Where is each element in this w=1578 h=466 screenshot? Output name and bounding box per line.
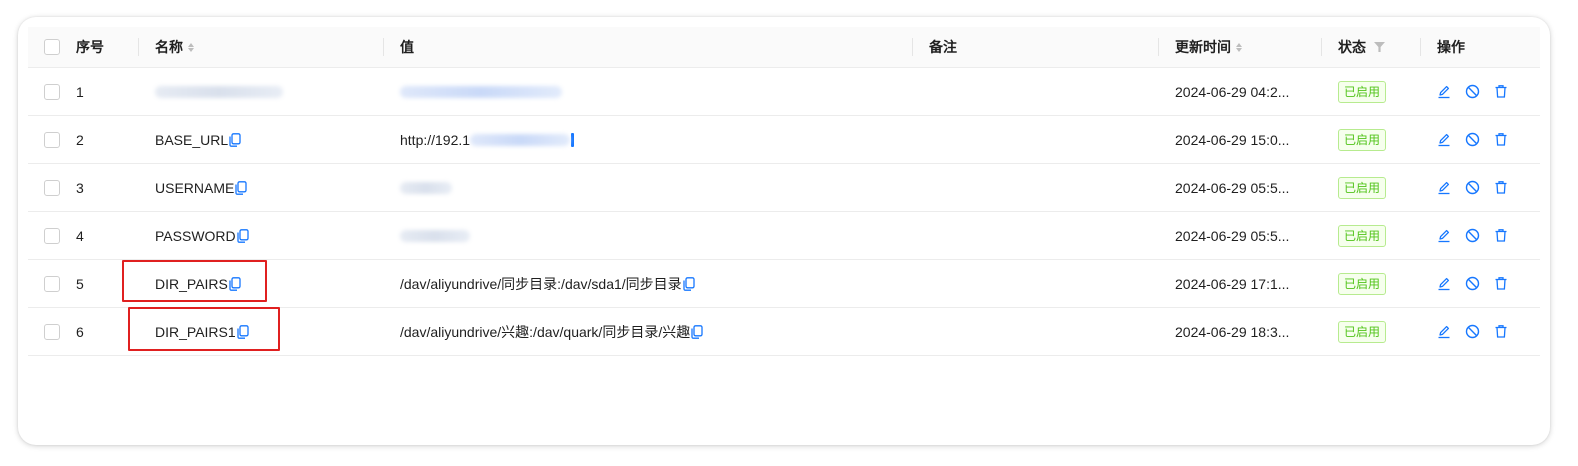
status-badge: 已启用	[1338, 308, 1387, 355]
header-name-label: 名称	[155, 39, 183, 55]
header-updated[interactable]: 更新时间	[1175, 27, 1242, 67]
row-index: 4	[76, 227, 84, 244]
row-checkbox[interactable]	[44, 308, 60, 355]
disable-icon[interactable]	[1465, 180, 1480, 195]
row-checkbox[interactable]	[44, 164, 60, 211]
redacted-value	[470, 133, 571, 146]
delete-icon[interactable]	[1494, 276, 1508, 291]
header-index: 序号	[76, 39, 104, 55]
header-name[interactable]: 名称	[155, 27, 194, 67]
sort-icon[interactable]	[188, 42, 194, 52]
row-value-text: /dav/aliyundrive/兴趣:/dav/quark/同步目录/兴趣	[400, 323, 691, 340]
sort-icon[interactable]	[1236, 42, 1242, 52]
edit-icon[interactable]	[1437, 181, 1451, 195]
table-row: 3 USERNAME 2024-06-29 05:5... 已启用	[28, 164, 1540, 212]
delete-icon[interactable]	[1494, 132, 1508, 147]
edit-icon[interactable]	[1437, 229, 1451, 243]
row-value-redacted	[400, 164, 452, 211]
copy-icon[interactable]	[229, 132, 241, 147]
table-row: 2 BASE_URL http://192.1 2024-06-29 15:0.…	[28, 116, 1540, 164]
row-updated: 2024-06-29 18:3...	[1175, 323, 1290, 340]
row-actions	[1437, 116, 1508, 163]
copy-icon[interactable]	[691, 324, 703, 339]
status-badge: 已启用	[1338, 212, 1387, 259]
status-badge: 已启用	[1338, 68, 1387, 115]
row-checkbox[interactable]	[44, 116, 60, 163]
filter-icon[interactable]	[1374, 42, 1385, 52]
row-value-redacted	[400, 212, 470, 259]
delete-icon[interactable]	[1494, 84, 1508, 99]
row-actions	[1437, 260, 1508, 307]
row-updated: 2024-06-29 05:5...	[1175, 227, 1290, 244]
delete-icon[interactable]	[1494, 228, 1508, 243]
edit-icon[interactable]	[1437, 277, 1451, 291]
disable-icon[interactable]	[1465, 84, 1480, 99]
row-name-text: PASSWORD	[155, 227, 236, 244]
row-actions	[1437, 68, 1508, 115]
disable-icon[interactable]	[1465, 276, 1480, 291]
row-actions	[1437, 164, 1508, 211]
row-updated: 2024-06-29 04:2...	[1175, 83, 1290, 100]
row-updated: 2024-06-29 17:1...	[1175, 275, 1290, 292]
row-name-text: USERNAME	[155, 179, 235, 196]
row-actions	[1437, 212, 1508, 259]
highlight-box-dir-pairs1	[128, 307, 280, 351]
row-updated: 2024-06-29 15:0...	[1175, 131, 1290, 148]
disable-icon[interactable]	[1465, 228, 1480, 243]
row-checkbox[interactable]	[44, 260, 60, 307]
disable-icon[interactable]	[1465, 324, 1480, 339]
row-actions	[1437, 308, 1508, 355]
delete-icon[interactable]	[1494, 324, 1508, 339]
status-badge: 已启用	[1338, 260, 1387, 307]
row-value-text: http://192.1	[400, 131, 471, 148]
row-value: /dav/aliyundrive/兴趣:/dav/quark/同步目录/兴趣	[400, 308, 703, 355]
row-name-text: BASE_URL	[155, 131, 229, 148]
edit-icon[interactable]	[1437, 133, 1451, 147]
row-name: PASSWORD	[155, 212, 249, 259]
table-row: 1 2024-06-29 04:2... 已启用	[28, 68, 1540, 116]
status-badge: 已启用	[1338, 116, 1387, 163]
edit-icon[interactable]	[1437, 325, 1451, 339]
row-value-text: /dav/aliyundrive/同步目录:/dav/sda1/同步目录	[400, 275, 682, 292]
header-value: 值	[400, 39, 414, 55]
edit-icon[interactable]	[1437, 85, 1451, 99]
table-row: 4 PASSWORD 2024-06-29 05:5... 已启用	[28, 212, 1540, 260]
disable-icon[interactable]	[1465, 132, 1480, 147]
row-value: /dav/aliyundrive/同步目录:/dav/sda1/同步目录	[400, 260, 695, 307]
highlight-box-dir-pairs	[122, 260, 267, 302]
copy-icon[interactable]	[683, 276, 695, 291]
row-checkbox[interactable]	[44, 212, 60, 259]
select-all-checkbox[interactable]	[44, 27, 60, 67]
header-updated-label: 更新时间	[1175, 39, 1231, 55]
row-index: 1	[76, 83, 84, 100]
row-value-redacted	[400, 68, 562, 115]
row-index: 3	[76, 179, 84, 196]
copy-icon[interactable]	[571, 132, 575, 147]
header-status[interactable]: 状态	[1338, 27, 1385, 67]
env-variables-card: 序号 名称 值 备注 更新时间 状态 操作 1 2024-06-29 04:2.…	[18, 17, 1550, 445]
row-value: http://192.1	[400, 116, 575, 163]
copy-icon[interactable]	[236, 228, 249, 243]
row-index: 5	[76, 275, 84, 292]
row-index: 2	[76, 131, 84, 148]
header-note: 备注	[929, 39, 957, 55]
delete-icon[interactable]	[1494, 180, 1508, 195]
row-name-redacted	[155, 68, 283, 115]
copy-icon[interactable]	[235, 180, 248, 195]
status-badge: 已启用	[1338, 164, 1387, 211]
row-name: USERNAME	[155, 164, 248, 211]
row-index: 6	[76, 323, 84, 340]
table-header: 序号 名称 值 备注 更新时间 状态 操作	[28, 27, 1540, 68]
header-status-label: 状态	[1338, 39, 1366, 55]
row-name: BASE_URL	[155, 116, 241, 163]
row-updated: 2024-06-29 05:5...	[1175, 179, 1290, 196]
row-checkbox[interactable]	[44, 68, 60, 115]
header-actions: 操作	[1437, 39, 1465, 55]
